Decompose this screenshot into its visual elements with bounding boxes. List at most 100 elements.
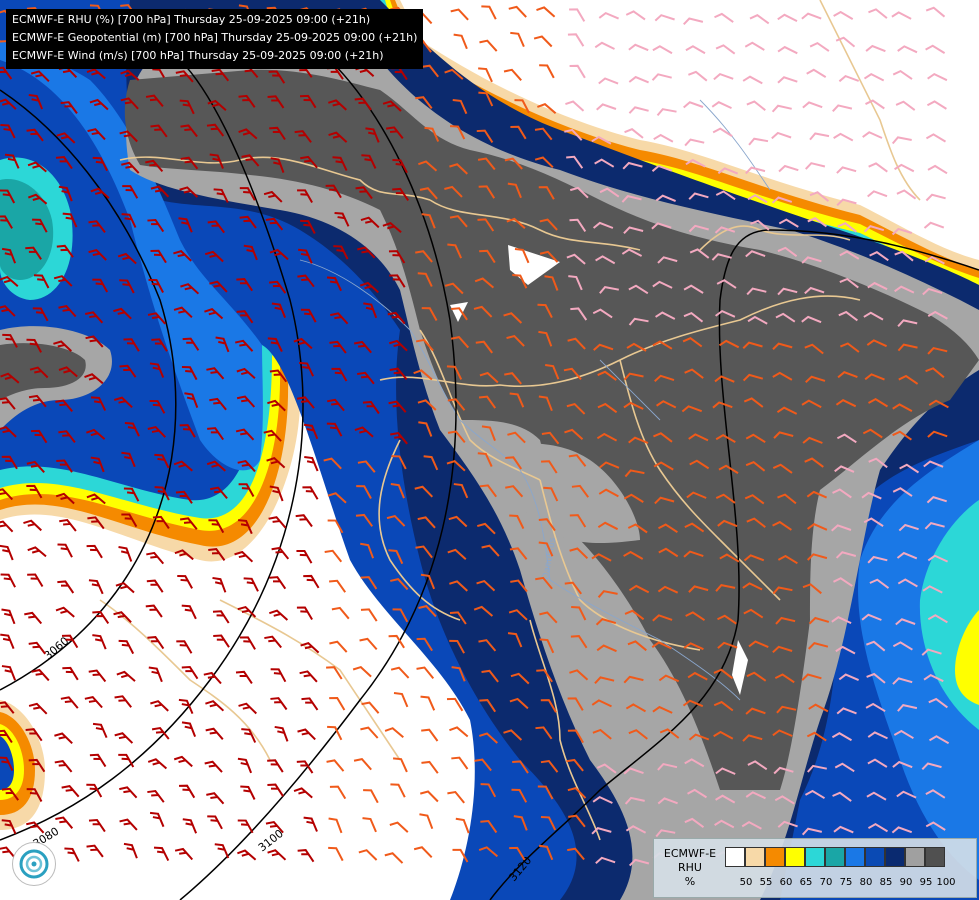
wind-barb bbox=[212, 610, 230, 624]
wind-barb bbox=[656, 108, 677, 116]
wind-barb bbox=[809, 132, 830, 141]
wind-barb bbox=[360, 726, 379, 739]
wind-barb bbox=[303, 816, 318, 832]
wind-barb bbox=[264, 635, 282, 649]
wind-barb bbox=[390, 783, 406, 798]
humidity-field bbox=[0, 0, 979, 900]
wind-barb bbox=[206, 792, 225, 805]
wind-barb bbox=[173, 755, 193, 768]
legend-tick: 95 bbox=[919, 877, 933, 888]
wind-barb bbox=[62, 666, 79, 681]
wind-barb bbox=[147, 758, 168, 770]
wind-barb bbox=[715, 44, 736, 55]
wind-barb bbox=[838, 74, 860, 83]
wind-barb bbox=[329, 579, 347, 593]
wind-barb bbox=[598, 11, 619, 20]
wind-barb bbox=[746, 100, 766, 111]
legend-swatch bbox=[805, 847, 825, 867]
wind-barb bbox=[329, 785, 347, 800]
wind-barb bbox=[363, 789, 379, 804]
wind-barb bbox=[149, 811, 165, 828]
wind-barb bbox=[927, 72, 948, 82]
wind-barb bbox=[863, 72, 885, 82]
rhu-legend: ECMWF-E RHU % 50 55 60 65 70 75 80 85 90 95 100 bbox=[653, 838, 977, 898]
wind-barb bbox=[303, 574, 320, 589]
wind-barb bbox=[390, 666, 410, 679]
wind-barb bbox=[806, 68, 827, 78]
wind-barb bbox=[714, 12, 734, 23]
legend-swatch bbox=[905, 847, 925, 867]
wind-barb bbox=[27, 546, 47, 558]
wind-barb bbox=[927, 164, 948, 175]
wind-barb bbox=[304, 456, 319, 472]
wind-barb bbox=[235, 670, 253, 684]
wind-barb bbox=[384, 852, 404, 864]
wind-barb bbox=[748, 137, 769, 146]
wind-barb bbox=[295, 514, 313, 528]
wind-barb bbox=[389, 821, 409, 833]
wind-barb bbox=[777, 13, 798, 22]
wind-barb bbox=[688, 70, 708, 82]
legend-swatch bbox=[765, 847, 785, 867]
wind-barb bbox=[925, 133, 947, 143]
wind-barb bbox=[447, 790, 465, 804]
wind-barb bbox=[243, 577, 259, 592]
wind-barb bbox=[594, 41, 615, 50]
legend-tick: 90 bbox=[899, 877, 913, 888]
wind-barb bbox=[862, 131, 883, 139]
wind-barb bbox=[744, 41, 765, 51]
wind-barb bbox=[114, 732, 134, 744]
wind-barb bbox=[24, 611, 43, 625]
legend-tick: 80 bbox=[859, 877, 873, 888]
wind-barb bbox=[868, 8, 888, 19]
legend-tick: 50 bbox=[739, 877, 753, 888]
wind-barb bbox=[296, 606, 313, 621]
wind-barb bbox=[771, 131, 792, 140]
wind-barb bbox=[479, 39, 498, 52]
wind-barb bbox=[802, 101, 823, 109]
wind-barb bbox=[179, 784, 196, 799]
wind-barb bbox=[331, 606, 350, 620]
wind-barb bbox=[711, 101, 732, 110]
wind-barb bbox=[1, 608, 16, 625]
wind-barb bbox=[61, 785, 80, 798]
wind-barb bbox=[926, 100, 947, 110]
wind-barb bbox=[269, 609, 289, 621]
wind-barb bbox=[683, 17, 704, 26]
map-title-box: ECMWF-E RHU (%) [700 hPa] Thursday 25-09… bbox=[6, 9, 424, 69]
wind-barb bbox=[328, 846, 344, 862]
wind-barb bbox=[329, 696, 346, 711]
wind-barb bbox=[1, 665, 17, 681]
wind-barb bbox=[413, 846, 433, 858]
wind-barb bbox=[119, 786, 138, 799]
wind-barb bbox=[628, 75, 649, 84]
wind-barb bbox=[451, 756, 469, 770]
wind-barb bbox=[269, 576, 287, 590]
wind-barb bbox=[569, 8, 586, 22]
wind-barb bbox=[925, 44, 946, 54]
wind-barb bbox=[174, 847, 194, 861]
wind-barb bbox=[628, 43, 649, 52]
wind-barb bbox=[86, 544, 103, 559]
wind-barb bbox=[153, 846, 170, 862]
title-line-rhu: ECMWF-E RHU (%) [700 hPa] Thursday 25-09… bbox=[12, 13, 371, 26]
legend-tick: 100 bbox=[936, 877, 956, 888]
wind-barb bbox=[88, 579, 104, 595]
wind-barb bbox=[833, 132, 854, 142]
wind-barb bbox=[897, 45, 918, 54]
legend-swatch bbox=[845, 847, 865, 867]
contour-label-3060: 3060 bbox=[42, 634, 72, 662]
wind-barb bbox=[420, 790, 439, 803]
wind-barb bbox=[654, 14, 675, 22]
wind-barb bbox=[324, 549, 343, 563]
wind-barb bbox=[891, 136, 912, 145]
wind-barb bbox=[92, 634, 107, 650]
wind-barb bbox=[268, 516, 287, 529]
wind-barb bbox=[565, 100, 585, 112]
wind-barb bbox=[652, 45, 673, 55]
wind-barb bbox=[212, 576, 227, 593]
wind-barb bbox=[57, 580, 75, 594]
wind-barb bbox=[146, 551, 165, 565]
legend-swatch bbox=[885, 847, 905, 867]
wind-barb bbox=[57, 543, 73, 558]
